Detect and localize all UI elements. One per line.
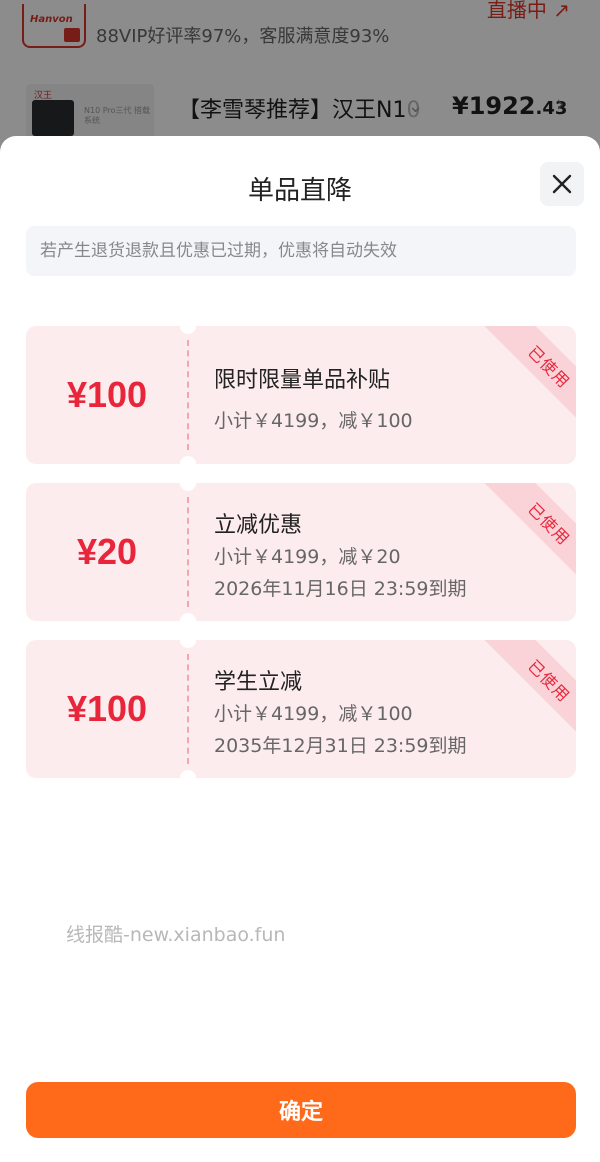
coupon-amount-panel: ¥100 [26, 326, 188, 464]
close-icon [552, 174, 572, 194]
used-stamp: 已使用 [480, 483, 576, 579]
coupon-card[interactable]: ¥100 限时限量单品补贴 小计￥4199，减￥100 已使用 [26, 318, 576, 472]
coupon-notch [180, 456, 196, 472]
coupon-amount: ¥100 [66, 688, 148, 729]
used-stamp-label: 已使用 [524, 499, 574, 549]
coupon-info-panel: 限时限量单品补贴 小计￥4199，减￥100 已使用 [188, 326, 576, 464]
coupon-name: 学生立减 [214, 670, 303, 695]
coupon-subtotal: 小计￥4199，减￥20 [214, 546, 401, 568]
coupon-divider [187, 497, 189, 607]
coupon-divider [187, 654, 189, 764]
coupon-amount: ¥100 [66, 374, 148, 415]
refund-notice: 若产生退货退款且优惠已过期，优惠将自动失效 [26, 226, 576, 276]
confirm-button[interactable]: 确定 [26, 1082, 576, 1138]
coupon-expiry: 2026年11月16日 23:59到期 [214, 578, 467, 600]
sheet-title: 单品直降 [247, 176, 352, 206]
coupon-amount-panel: ¥100 [26, 640, 188, 778]
coupon-info-panel: 学生立减 小计￥4199，减￥100 2035年12月31日 23:59到期 已… [188, 640, 576, 778]
watermark: 线报酷-new.xianbao.fun [66, 924, 286, 946]
confirm-button-label: 确定 [278, 1099, 323, 1124]
discount-sheet: 单品直降 若产生退货退款且优惠已过期，优惠将自动失效 ¥100 限时限量单品补贴… [0, 136, 600, 1162]
coupon-notch [180, 770, 196, 786]
coupon-notch [180, 475, 196, 491]
used-stamp: 已使用 [480, 326, 576, 422]
used-stamp-label: 已使用 [524, 656, 574, 706]
used-stamp: 已使用 [480, 640, 576, 736]
coupon-name: 立减优惠 [214, 513, 303, 538]
coupon-amount-panel: ¥20 [26, 483, 188, 621]
coupon-notch [180, 318, 196, 334]
close-button[interactable] [540, 162, 584, 206]
used-stamp-label: 已使用 [524, 342, 574, 392]
coupon-info-panel: 立减优惠 小计￥4199，减￥20 2026年11月16日 23:59到期 已使… [188, 483, 576, 621]
coupon-subtotal: 小计￥4199，减￥100 [214, 703, 413, 725]
coupon-subtotal: 小计￥4199，减￥100 [214, 410, 413, 432]
coupon-notch [180, 632, 196, 648]
coupon-name: 限时限量单品补贴 [214, 368, 391, 393]
coupon-card[interactable]: ¥20 立减优惠 小计￥4199，减￥20 2026年11月16日 23:59到… [26, 475, 576, 629]
coupon-card[interactable]: ¥100 学生立减 小计￥4199，减￥100 2035年12月31日 23:5… [26, 632, 576, 786]
coupon-divider [187, 340, 189, 450]
coupon-notch [180, 613, 196, 629]
coupon-expiry: 2035年12月31日 23:59到期 [214, 735, 467, 757]
coupon-amount: ¥20 [76, 531, 138, 572]
